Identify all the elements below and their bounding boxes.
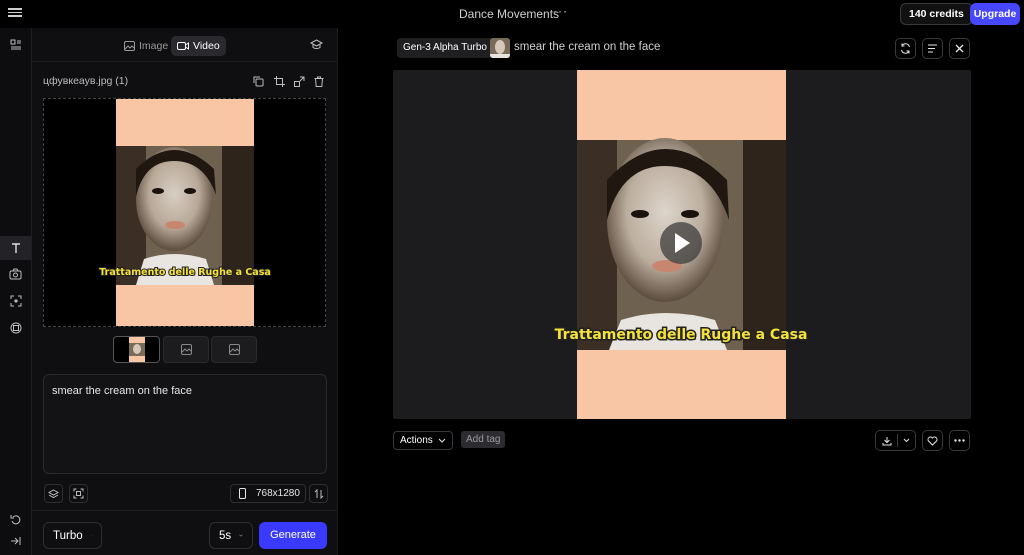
chevron-down-icon xyxy=(90,535,92,536)
download-button[interactable] xyxy=(875,430,916,451)
add-image-icon xyxy=(228,344,240,355)
source-image-frame[interactable]: Trattamento delle Rughe a Casa xyxy=(43,98,326,328)
resolution-label: 768x1280 xyxy=(256,488,300,499)
swap-icon xyxy=(314,488,323,499)
image-icon xyxy=(124,41,135,51)
video-icon xyxy=(177,42,189,50)
source-image: Trattamento delle Rughe a Casa xyxy=(98,99,272,328)
keyframe-thumb-1[interactable] xyxy=(113,336,160,363)
resize-icon[interactable] xyxy=(292,74,306,88)
favorite-button[interactable] xyxy=(922,430,943,451)
more-button[interactable] xyxy=(949,430,970,451)
refresh-icon xyxy=(901,43,910,54)
download-icon xyxy=(876,436,897,446)
video-frame: Trattamento delle Rughe a Casa xyxy=(553,70,809,419)
hamburger-icon[interactable] xyxy=(8,6,22,20)
mode-select[interactable]: Turbo xyxy=(43,522,102,549)
focus-icon[interactable] xyxy=(0,289,31,313)
details-button[interactable] xyxy=(922,38,943,59)
swap-button[interactable] xyxy=(309,484,328,503)
file-name: цфувкеаув.jpg (1) xyxy=(43,75,129,87)
model-badge: Gen-3 Alpha Turbo xyxy=(397,38,493,58)
actions-label: Actions xyxy=(400,435,433,446)
top-bar: Dance Movements ··· 140 credits Upgrade xyxy=(0,0,1024,28)
scan-button[interactable] xyxy=(69,484,88,503)
text-icon[interactable] xyxy=(0,236,31,260)
menu-icon xyxy=(928,44,937,53)
layers-button[interactable] xyxy=(44,484,63,503)
close-button[interactable] xyxy=(949,38,970,59)
video-caption: Trattamento delle Rughe a Casa xyxy=(555,327,808,343)
add-tag-button[interactable]: Add tag xyxy=(461,431,506,448)
keyframe-thumb-image xyxy=(128,337,145,362)
video-player[interactable]: Trattamento delle Rughe a Casa xyxy=(393,70,971,419)
actions-button[interactable]: Actions xyxy=(393,431,453,450)
duration-select[interactable]: 5s xyxy=(209,522,253,549)
layers-icon xyxy=(48,488,59,498)
camera-icon[interactable] xyxy=(0,262,31,286)
project-more-icon[interactable]: ··· xyxy=(553,4,568,18)
duration-select-value: 5s xyxy=(219,529,232,542)
generation-panel: Image Video цфувкеаув.jpg (1) Trattament… xyxy=(32,28,338,555)
regenerate-button[interactable] xyxy=(895,38,916,59)
more-icon xyxy=(954,439,965,442)
copy-icon[interactable] xyxy=(251,74,265,88)
add-image-icon xyxy=(180,344,192,355)
tool-rail xyxy=(0,28,32,555)
upgrade-button[interactable]: Upgrade xyxy=(970,3,1020,25)
panel-divider-bottom xyxy=(32,510,338,511)
panel-divider xyxy=(32,61,338,62)
output-thumbnail xyxy=(490,38,510,58)
collapse-icon[interactable] xyxy=(0,529,31,553)
tab-image-label: Image xyxy=(139,40,169,52)
chevron-down-icon xyxy=(438,438,446,443)
undo-icon[interactable] xyxy=(0,507,31,531)
graduation-cap-icon[interactable] xyxy=(309,39,324,53)
phone-icon xyxy=(239,488,246,499)
aspect-ratio-button[interactable]: 768x1280 xyxy=(230,484,306,503)
output-prompt-title: smear the cream on the face xyxy=(514,41,661,53)
keyframe-slot-2[interactable] xyxy=(163,336,209,363)
credits-badge[interactable]: 140 credits xyxy=(900,3,973,25)
crop-icon[interactable] xyxy=(272,74,286,88)
generate-button[interactable]: Generate xyxy=(259,522,327,549)
tab-video[interactable]: Video xyxy=(171,36,226,56)
chevron-down-icon[interactable] xyxy=(898,438,915,443)
chevron-down-icon xyxy=(239,534,243,537)
keyframe-slot-3[interactable] xyxy=(211,336,257,363)
trash-icon[interactable] xyxy=(312,74,326,88)
scan-icon xyxy=(73,488,84,499)
close-icon xyxy=(955,44,964,53)
globe-icon[interactable] xyxy=(0,316,31,340)
tab-image[interactable]: Image xyxy=(118,36,174,56)
play-icon[interactable] xyxy=(660,222,702,264)
prompt-input[interactable]: smear the cream on the face xyxy=(43,374,327,474)
source-image-caption: Trattamento delle Rughe a Casa xyxy=(99,267,271,278)
output-view: Gen-3 Alpha Turbo smear the cream on the… xyxy=(338,28,1024,555)
assets-icon[interactable] xyxy=(0,33,31,57)
tab-video-label: Video xyxy=(193,40,220,52)
mode-select-value: Turbo xyxy=(53,529,83,542)
heart-icon xyxy=(927,436,938,446)
project-title[interactable]: Dance Movements xyxy=(459,7,559,21)
